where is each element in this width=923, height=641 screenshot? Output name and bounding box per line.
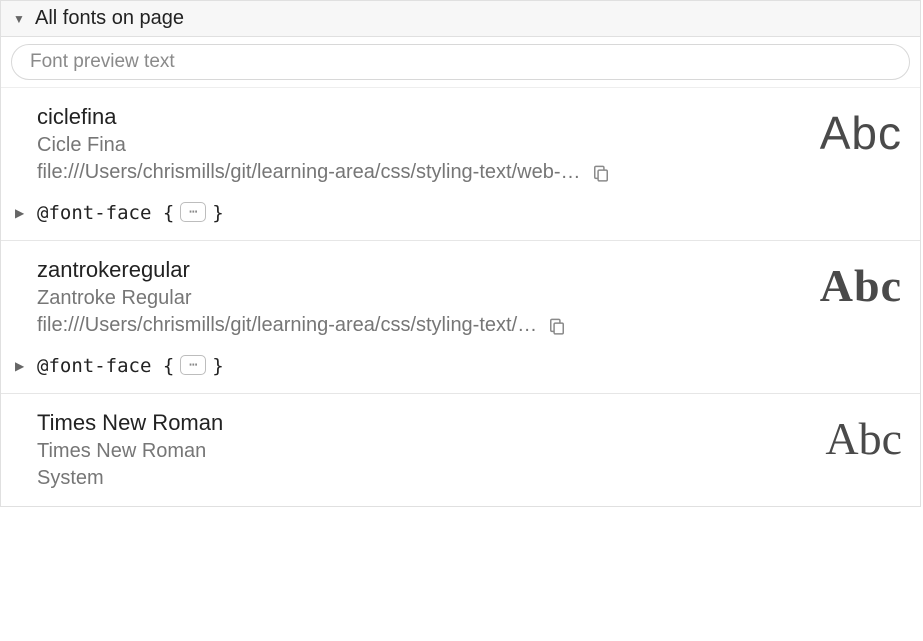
font-preview-sample: Abc — [806, 104, 902, 156]
font-face-code: @font-face { ⋯ } — [37, 355, 224, 377]
collapsed-ellipsis-icon[interactable]: ⋯ — [180, 202, 206, 222]
collapsed-ellipsis-icon[interactable]: ⋯ — [180, 355, 206, 375]
font-item-top: ciclefina Cicle Fina file:///Users/chris… — [37, 104, 902, 184]
code-prefix: @font-face { — [37, 202, 174, 224]
font-face-rule[interactable]: ▶ @font-face { ⋯ } — [15, 355, 902, 377]
font-name: Times New Roman — [37, 410, 811, 436]
font-meta: Times New Roman Times New Roman System — [37, 410, 811, 490]
font-full-name: Cicle Fina — [37, 134, 806, 157]
font-meta: ciclefina Cicle Fina file:///Users/chris… — [37, 104, 806, 184]
fonts-panel: ▼ All fonts on page ciclefina Cicle Fina… — [0, 0, 921, 507]
font-face-code: @font-face { ⋯ } — [37, 202, 224, 224]
font-url: file:///Users/chrismills/git/learning-ar… — [37, 161, 581, 184]
panel-header[interactable]: ▼ All fonts on page — [1, 1, 920, 37]
font-name: ciclefina — [37, 104, 806, 130]
expand-icon[interactable]: ▶ — [15, 359, 29, 373]
copy-url-icon[interactable] — [591, 163, 611, 183]
font-list: ciclefina Cicle Fina file:///Users/chris… — [1, 88, 920, 506]
font-source: System — [37, 467, 811, 490]
font-full-name: Times New Roman — [37, 440, 811, 463]
code-suffix: } — [212, 355, 223, 377]
code-suffix: } — [212, 202, 223, 224]
font-item: zantrokeregular Zantroke Regular file://… — [1, 241, 920, 394]
font-item-top: zantrokeregular Zantroke Regular file://… — [37, 257, 902, 337]
font-item: Times New Roman Times New Roman System A… — [1, 394, 920, 506]
font-item: ciclefina Cicle Fina file:///Users/chris… — [1, 88, 920, 241]
font-meta: zantrokeregular Zantroke Regular file://… — [37, 257, 806, 337]
search-container — [1, 37, 920, 88]
font-preview-input[interactable] — [11, 44, 910, 80]
code-prefix: @font-face { — [37, 355, 174, 377]
font-url: file:///Users/chrismills/git/learning-ar… — [37, 314, 537, 337]
font-full-name: Zantroke Regular — [37, 287, 806, 310]
expand-icon[interactable]: ▶ — [15, 206, 29, 220]
copy-url-icon[interactable] — [547, 316, 567, 336]
font-name: zantrokeregular — [37, 257, 806, 283]
panel-title: All fonts on page — [35, 7, 184, 30]
font-url-row: file:///Users/chrismills/git/learning-ar… — [37, 161, 806, 184]
collapse-icon[interactable]: ▼ — [13, 12, 27, 26]
font-preview-sample: Abc — [806, 257, 902, 309]
font-url-row: file:///Users/chrismills/git/learning-ar… — [37, 314, 806, 337]
font-face-rule[interactable]: ▶ @font-face { ⋯ } — [15, 202, 902, 224]
font-item-top: Times New Roman Times New Roman System A… — [37, 410, 902, 490]
font-preview-sample: Abc — [811, 410, 902, 462]
